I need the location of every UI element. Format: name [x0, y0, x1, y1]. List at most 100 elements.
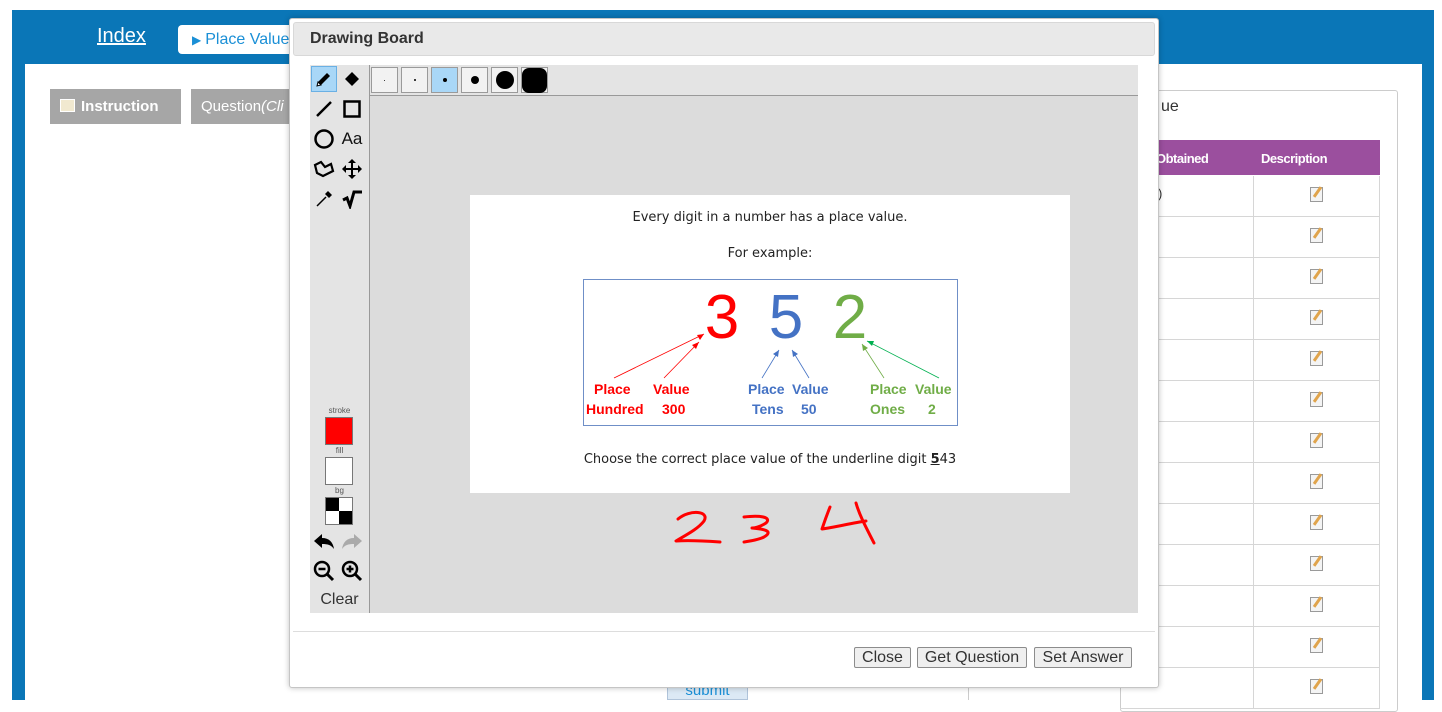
notepad-icon[interactable]: [1310, 679, 1323, 694]
cell-divider: [1253, 176, 1254, 217]
place-name-hundreds: Hundred: [586, 401, 644, 417]
place-value-diagram: 3 5 2 Place Hundred Value 300 Place Tens…: [586, 283, 952, 417]
pencil-icon[interactable]: [311, 66, 337, 92]
eraser-icon[interactable]: [339, 66, 365, 92]
notepad-icon[interactable]: [1310, 515, 1323, 530]
polygon-icon[interactable]: [311, 156, 337, 182]
column-header-description: Description: [1261, 151, 1328, 166]
zoom-out-icon[interactable]: [311, 558, 337, 584]
sqrt-icon[interactable]: [339, 186, 365, 212]
table-row: [1120, 299, 1380, 340]
zoom-in-icon[interactable]: [339, 558, 365, 584]
dialog-title[interactable]: Drawing Board: [293, 22, 1155, 56]
table-row: [1120, 217, 1380, 258]
cell-divider: [1253, 463, 1254, 504]
notepad-icon[interactable]: [1310, 310, 1323, 325]
instruction-button[interactable]: Instruction: [50, 89, 181, 124]
dialog-footer-divider: [293, 631, 1155, 632]
place-label-hundreds: Place: [594, 381, 631, 397]
eyedropper-icon[interactable]: [311, 186, 337, 212]
place-name-tens: Tens: [752, 401, 784, 417]
arrow-line: [613, 333, 705, 379]
set-answer-button[interactable]: Set Answer: [1034, 647, 1132, 668]
place-value-tab[interactable]: ▶ Place Value: [178, 25, 298, 54]
notepad-icon[interactable]: [1310, 269, 1323, 284]
column-header-obtained: Obtained: [1156, 151, 1209, 166]
question-label: Question: [201, 98, 262, 115]
value-label-hundreds: Value: [653, 381, 690, 397]
place-label-tens: Place: [748, 381, 785, 397]
brush-size-4[interactable]: [461, 67, 488, 93]
background-color-swatch[interactable]: [325, 497, 353, 525]
cell-divider: [1253, 504, 1254, 545]
arrow-line: [663, 341, 700, 379]
cell-divider: [1253, 586, 1254, 627]
instruction-icon: [60, 99, 75, 112]
table-row: [1120, 627, 1380, 668]
digit-ones: 2: [833, 283, 867, 352]
move-icon[interactable]: [339, 156, 365, 182]
notepad-icon[interactable]: [1310, 187, 1323, 202]
arrow-head: [867, 341, 874, 346]
handwritten-text: 234: [664, 502, 666, 504]
cell-divider: [1379, 668, 1380, 709]
notepad-icon[interactable]: [1310, 556, 1323, 571]
question-button[interactable]: Question(Cli: [191, 89, 301, 124]
cell-divider: [1379, 422, 1380, 463]
underlined-digit: 5: [930, 452, 940, 467]
question-suffix: (Cli: [261, 98, 284, 115]
get-question-button[interactable]: Get Question: [917, 647, 1027, 668]
brush-size-2[interactable]: [401, 67, 428, 93]
results-table-header: Obtained Description: [1120, 140, 1380, 175]
place-value-example: 3 5 2 Place Hundred Value 300 Place Tens…: [583, 279, 958, 426]
handwritten-stroke: [674, 511, 722, 544]
notepad-icon[interactable]: [1310, 392, 1323, 407]
text-icon[interactable]: Aa: [339, 126, 365, 152]
table-row: [1120, 258, 1380, 299]
table-row: [1120, 422, 1380, 463]
brush-size-5[interactable]: [491, 67, 518, 93]
brush-size-3[interactable]: [431, 67, 458, 93]
line-icon[interactable]: [311, 96, 337, 122]
value-label-tens: Value: [792, 381, 829, 397]
notepad-icon[interactable]: [1310, 638, 1323, 653]
notepad-icon[interactable]: [1310, 474, 1323, 489]
table-row: ): [1120, 176, 1380, 217]
stroke-color-swatch[interactable]: [325, 417, 353, 445]
fill-color-swatch[interactable]: [325, 457, 353, 485]
table-row: [1120, 340, 1380, 381]
clear-button[interactable]: Clear: [310, 591, 369, 609]
close-button[interactable]: Close: [854, 647, 911, 668]
table-row: [1120, 586, 1380, 627]
cell-divider: [1379, 176, 1380, 217]
notepad-icon[interactable]: [1310, 228, 1323, 243]
notepad-icon[interactable]: [1310, 351, 1323, 366]
cell-divider: [1379, 217, 1380, 258]
notepad-icon[interactable]: [1310, 597, 1323, 612]
play-icon: ▶: [192, 33, 202, 47]
table-row: [1120, 381, 1380, 422]
redo-icon[interactable]: [339, 528, 365, 554]
table-row: [1120, 668, 1380, 709]
cell-divider: [1253, 668, 1254, 709]
table-row: [1120, 504, 1380, 545]
index-link[interactable]: Index: [97, 25, 146, 48]
cell-divider: [1253, 299, 1254, 340]
brush-size-1[interactable]: [371, 67, 398, 93]
cell-divider: [1379, 299, 1380, 340]
prompt-suffix: 43: [939, 452, 957, 467]
cell-divider: [1253, 381, 1254, 422]
undo-icon[interactable]: [311, 528, 337, 554]
brush-size-6[interactable]: [521, 67, 548, 93]
notepad-icon[interactable]: [1310, 433, 1323, 448]
cell-divider: [1379, 258, 1380, 299]
rectangle-icon[interactable]: [339, 96, 365, 122]
value-hundreds: 300: [662, 401, 686, 417]
results-panel-title: ue: [1161, 98, 1179, 115]
place-name-ones: Ones: [870, 401, 905, 417]
circle-icon[interactable]: [311, 126, 337, 152]
cell-divider: [1379, 586, 1380, 627]
question-line-1: Every digit in a number has a place valu…: [632, 210, 908, 225]
value-tens: 50: [801, 401, 817, 417]
cell-divider: [1379, 381, 1380, 422]
